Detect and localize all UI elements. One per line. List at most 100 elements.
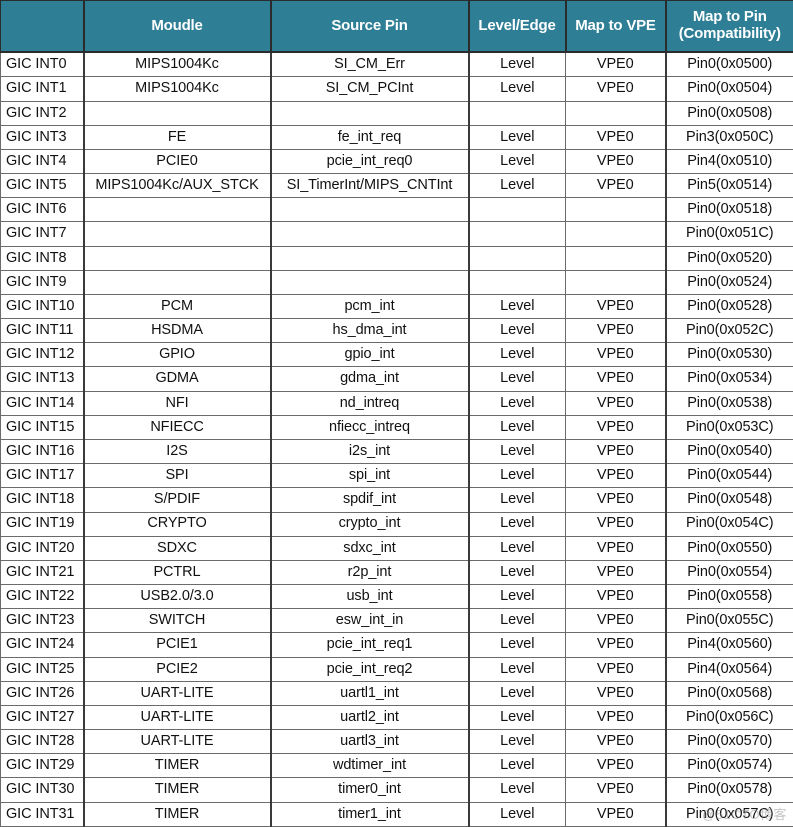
table-row: GIC INT21 PCTRL r2p_int Level VPE0 Pin0(0x055… bbox=[0, 559, 793, 586]
header-row: Moudle Source Pin Level/Edge Map to VPE … bbox=[0, 0, 793, 53]
cell-module: MIPS1004Kc/AUX_STCK bbox=[83, 173, 272, 199]
cell-module: TIMER bbox=[83, 801, 272, 827]
cell-module: GDMA bbox=[83, 366, 272, 392]
cell-level-edge: Level bbox=[468, 535, 566, 561]
table-row: GIC INT25 PCIE2 pcie_int_req2 Level VPE0 Pin4… bbox=[0, 656, 793, 682]
table-row: GIC INT16 I2S i2s_int Level VPE0 Pin0(0x0540) bbox=[0, 438, 793, 465]
cell-source-pin: SI_CM_PCInt bbox=[270, 76, 470, 102]
cell-level-edge bbox=[468, 197, 566, 223]
cell-interrupt: GIC INT13 bbox=[0, 366, 85, 392]
cell-interrupt: GIC INT20 bbox=[0, 535, 85, 561]
cell-map-to-pin: Pin0(0x0554) bbox=[665, 559, 793, 586]
cell-module: SDXC bbox=[83, 535, 272, 561]
cell-map-to-vpe: VPE0 bbox=[565, 293, 667, 320]
cell-map-to-pin: Pin0(0x0578) bbox=[665, 777, 793, 803]
table-row: GIC INT27 UART-LITE uartl2_int Level VPE0 Pin… bbox=[0, 704, 793, 731]
cell-module: MIPS1004Kc bbox=[83, 51, 272, 78]
table-row: GIC INT7 Pin0(0x051C) bbox=[0, 221, 793, 247]
cell-map-to-pin: Pin3(0x050C) bbox=[665, 124, 793, 150]
cell-map-to-vpe: VPE0 bbox=[565, 148, 667, 175]
cell-level-edge: Level bbox=[468, 173, 566, 199]
cell-level-edge: Level bbox=[468, 293, 566, 320]
cell-map-to-vpe: VPE0 bbox=[565, 801, 667, 827]
cell-interrupt: GIC INT4 bbox=[0, 148, 85, 175]
cell-module: SWITCH bbox=[83, 608, 272, 634]
cell-interrupt: GIC INT31 bbox=[0, 801, 85, 827]
cell-source-pin: uartl2_int bbox=[270, 704, 470, 731]
cell-source-pin: pcm_int bbox=[270, 293, 470, 320]
table-row: GIC INT28 UART-LITE uartl3_int Level VPE0 Pin… bbox=[0, 729, 793, 755]
cell-map-to-vpe: VPE0 bbox=[565, 342, 667, 368]
cell-level-edge: Level bbox=[468, 656, 566, 682]
cell-interrupt: GIC INT21 bbox=[0, 559, 85, 586]
cell-map-to-vpe bbox=[565, 197, 667, 223]
table-row: GIC INT14 NFI nd_intreq Level VPE0 Pin0(0x053… bbox=[0, 390, 793, 416]
cell-map-to-pin: Pin0(0x0568) bbox=[665, 680, 793, 706]
cell-level-edge: Level bbox=[468, 366, 566, 392]
cell-module bbox=[83, 245, 272, 271]
cell-level-edge: Level bbox=[468, 729, 566, 755]
cell-map-to-pin: Pin0(0x0540) bbox=[665, 438, 793, 465]
column-header-module: Moudle bbox=[83, 0, 272, 53]
cell-module: UART-LITE bbox=[83, 704, 272, 731]
cell-interrupt: GIC INT22 bbox=[0, 584, 85, 610]
table-row: GIC INT13 GDMA gdma_int Level VPE0 Pin0(0x053… bbox=[0, 366, 793, 392]
cell-map-to-pin: Pin0(0x0524) bbox=[665, 269, 793, 295]
cell-interrupt: GIC INT2 bbox=[0, 100, 85, 126]
table-header: Moudle Source Pin Level/Edge Map to VPE … bbox=[0, 0, 793, 53]
cell-interrupt: GIC INT10 bbox=[0, 293, 85, 320]
cell-source-pin: crypto_int bbox=[270, 511, 470, 537]
cell-map-to-pin: Pin0(0x0534) bbox=[665, 366, 793, 392]
cell-module bbox=[83, 197, 272, 223]
cell-source-pin bbox=[270, 197, 470, 223]
table-row: GIC INT30 TIMER timer0_int Level VPE0 Pin0(0x… bbox=[0, 777, 793, 803]
cell-map-to-pin: Pin0(0x052C) bbox=[665, 318, 793, 344]
cell-interrupt: GIC INT8 bbox=[0, 245, 85, 271]
cell-map-to-pin: Pin0(0x0500) bbox=[665, 51, 793, 78]
cell-map-to-vpe: VPE0 bbox=[565, 51, 667, 78]
table-row: GIC INT9 Pin0(0x0524) bbox=[0, 269, 793, 295]
cell-map-to-pin: Pin0(0x0544) bbox=[665, 463, 793, 489]
column-header-map-to-pin-line2: (Compatibility) bbox=[678, 25, 781, 42]
cell-source-pin: sdxc_int bbox=[270, 535, 470, 561]
cell-map-to-vpe: VPE0 bbox=[565, 632, 667, 658]
cell-source-pin: esw_int_in bbox=[270, 608, 470, 634]
cell-level-edge: Level bbox=[468, 124, 566, 150]
cell-map-to-pin: Pin0(0x0574) bbox=[665, 753, 793, 779]
cell-level-edge: Level bbox=[468, 438, 566, 465]
cell-level-edge bbox=[468, 269, 566, 295]
cell-source-pin: hs_dma_int bbox=[270, 318, 470, 344]
cell-source-pin bbox=[270, 269, 470, 295]
cell-map-to-vpe: VPE0 bbox=[565, 173, 667, 199]
cell-level-edge: Level bbox=[468, 148, 566, 175]
column-header-level-edge: Level/Edge bbox=[468, 0, 567, 53]
table-row: GIC INT12 GPIO gpio_int Level VPE0 Pin0(0x053… bbox=[0, 342, 793, 368]
cell-source-pin: pcie_int_req0 bbox=[270, 148, 470, 175]
cell-map-to-pin: Pin0(0x051C) bbox=[665, 221, 793, 247]
cell-module: SPI bbox=[83, 463, 272, 489]
cell-map-to-vpe: VPE0 bbox=[565, 753, 667, 779]
cell-map-to-pin: Pin0(0x0518) bbox=[665, 197, 793, 223]
cell-source-pin: usb_int bbox=[270, 584, 470, 610]
cell-interrupt: GIC INT26 bbox=[0, 680, 85, 706]
cell-level-edge: Level bbox=[468, 680, 566, 706]
cell-module: UART-LITE bbox=[83, 729, 272, 755]
cell-map-to-pin: Pin0(0x0548) bbox=[665, 487, 793, 513]
cell-module: PCTRL bbox=[83, 559, 272, 586]
cell-source-pin: pcie_int_req2 bbox=[270, 656, 470, 682]
cell-map-to-pin: Pin0(0x0558) bbox=[665, 584, 793, 610]
cell-interrupt: GIC INT3 bbox=[0, 124, 85, 150]
cell-map-to-vpe: VPE0 bbox=[565, 463, 667, 489]
cell-module: MIPS1004Kc bbox=[83, 76, 272, 102]
cell-module: I2S bbox=[83, 438, 272, 465]
cell-level-edge: Level bbox=[468, 632, 566, 658]
cell-module bbox=[83, 100, 272, 126]
cell-module bbox=[83, 269, 272, 295]
cell-map-to-vpe: VPE0 bbox=[565, 511, 667, 537]
cell-map-to-vpe: VPE0 bbox=[565, 76, 667, 102]
cell-map-to-pin: Pin4(0x0560) bbox=[665, 632, 793, 658]
cell-map-to-pin: Pin0(0x055C) bbox=[665, 608, 793, 634]
table-row: GIC INT1 MIPS1004Kc SI_CM_PCInt Level VPE0 Pi… bbox=[0, 76, 793, 102]
table-row: GIC INT4 PCIE0 pcie_int_req0 Level VPE0 Pin4(… bbox=[0, 148, 793, 175]
cell-map-to-vpe bbox=[565, 269, 667, 295]
